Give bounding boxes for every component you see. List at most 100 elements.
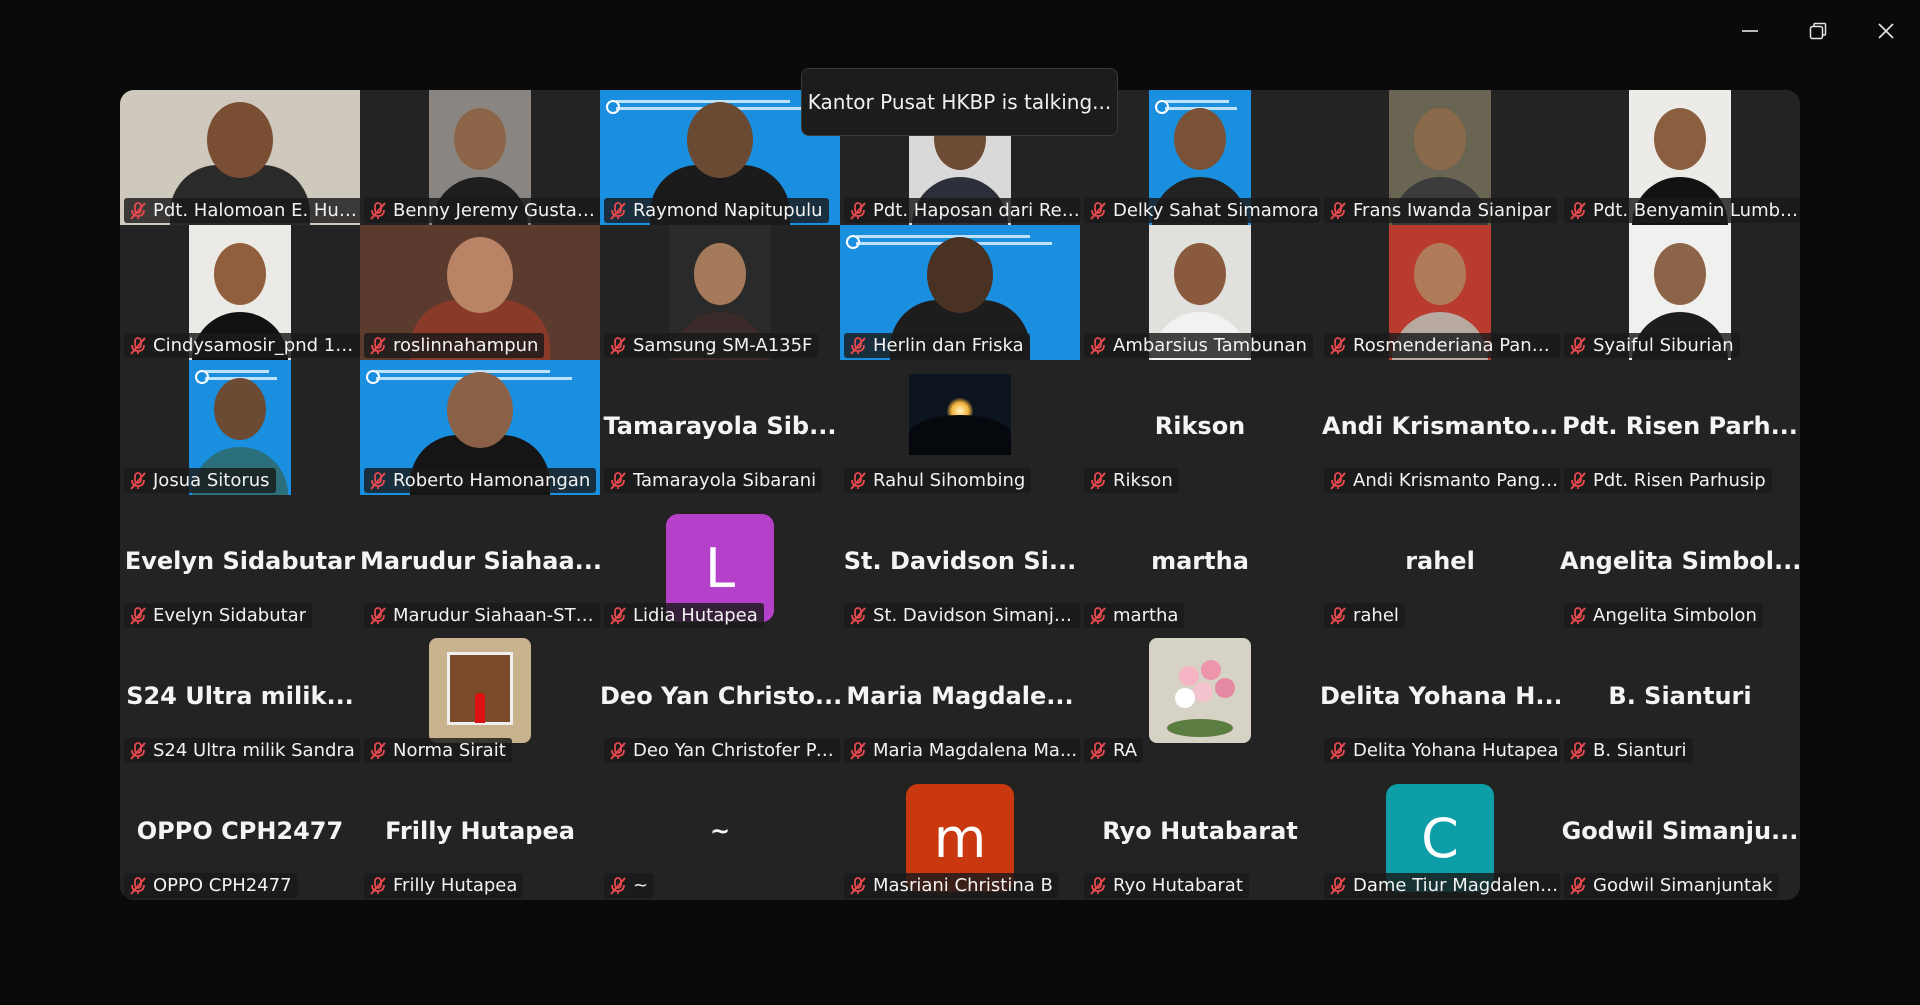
participant-name-tag: Ryo Hutabarat [1084, 873, 1249, 898]
participant-name: OPPO CPH2477 [153, 875, 292, 896]
mic-muted-icon [1088, 876, 1108, 896]
participant-tile[interactable]: Herlin dan Friska [840, 225, 1080, 360]
participant-name: Evelyn Sidabutar [153, 605, 307, 626]
participant-display-name: Rikson [1154, 412, 1246, 440]
mic-muted-icon [608, 876, 628, 896]
participant-name: Frans Iwanda Sianipar [1353, 200, 1552, 221]
participant-name-tag: Pdt. Risen Parhusip [1564, 468, 1772, 493]
mic-muted-icon [608, 741, 628, 761]
participant-name: Ryo Hutabarat [1113, 875, 1243, 896]
mic-muted-icon [848, 336, 868, 356]
participant-tile[interactable]: Cindysamosir_pnd 17 I... [120, 225, 360, 360]
participant-name-tag: Frilly Hutapea [364, 873, 524, 898]
participant-tile[interactable]: Syaiful Siburian [1560, 225, 1800, 360]
participant-name-tag: Godwil Simanjuntak [1564, 873, 1779, 898]
participant-name: ~ [633, 875, 649, 896]
participant-display-name: Delita Yohana H... [1320, 682, 1560, 710]
participant-tile[interactable]: Rikson Rikson [1080, 360, 1320, 495]
participant-tile[interactable]: RA [1080, 630, 1320, 765]
restore-button[interactable] [1784, 0, 1852, 62]
participant-name: Rosmenderiana Pangg... [1353, 335, 1560, 356]
participant-name-tag: Ambarsius Tambunan [1084, 333, 1313, 358]
participant-name-tag: Josua Sitorus [124, 468, 276, 493]
participant-name: Masriani Christina B [873, 875, 1053, 896]
participant-tile[interactable]: Ryo Hutabarat Ryo Hutabarat [1080, 765, 1320, 900]
participant-tile[interactable]: Frans Iwanda Sianipar [1320, 90, 1560, 225]
participant-tile[interactable]: Deo Yan Christo... Deo Yan Christofer Pa.… [600, 630, 840, 765]
participant-tile[interactable]: OPPO CPH2477 OPPO CPH2477 [120, 765, 360, 900]
participant-tile[interactable]: Pdt. Benyamin Lumba... [1560, 90, 1800, 225]
minimize-button[interactable] [1716, 0, 1784, 62]
participant-tile[interactable]: Rahul Sihombing [840, 360, 1080, 495]
participant-tile[interactable]: B. Sianturi B. Sianturi [1560, 630, 1800, 765]
participant-tile[interactable]: Benny Jeremy Gustaf S... [360, 90, 600, 225]
participant-tile[interactable]: Norma Sirait [360, 630, 600, 765]
participant-display-name: Ryo Hutabarat [1102, 817, 1298, 845]
participant-display-name: Godwil Simanju... [1561, 817, 1799, 845]
participant-name: Raymond Napitupulu [633, 200, 823, 221]
mic-muted-icon [1328, 876, 1348, 896]
restore-icon [1809, 22, 1827, 40]
participant-face [1414, 243, 1466, 305]
participant-tile[interactable]: roslinnahampun [360, 225, 600, 360]
participant-tile[interactable]: Roberto Hamonangan [360, 360, 600, 495]
participant-display-name: St. Davidson Si... [843, 547, 1077, 575]
participant-name-tag: Raymond Napitupulu [604, 198, 829, 223]
participant-display-name: Angelita Simbol... [1560, 547, 1800, 575]
participant-tile[interactable]: ~ ~ [600, 765, 840, 900]
participant-name-tag: Andi Krismanto Pangg... [1324, 468, 1560, 493]
participant-tile[interactable]: martha martha [1080, 495, 1320, 630]
mic-muted-icon [608, 201, 628, 221]
participant-name: St. Davidson Simanjun... [873, 605, 1080, 626]
minimize-icon [1742, 30, 1758, 32]
participant-tile[interactable]: Ambarsius Tambunan [1080, 225, 1320, 360]
participant-face [1414, 108, 1466, 170]
participant-name-tag: rahel [1324, 603, 1405, 628]
mic-muted-icon [368, 741, 388, 761]
participant-name: Cindysamosir_pnd 17 I... [153, 335, 360, 356]
participant-name: Frilly Hutapea [393, 875, 518, 896]
participant-name-tag: Marudur Siahaan-STB ... [364, 603, 600, 628]
participant-tile[interactable]: Pdt. Risen Parh... Pdt. Risen Parhusip [1560, 360, 1800, 495]
participant-name-tag: St. Davidson Simanjun... [844, 603, 1080, 628]
participant-tile[interactable]: Josua Sitorus [120, 360, 360, 495]
participant-name: Delita Yohana Hutapea [1353, 740, 1559, 761]
participant-tile[interactable]: Frilly Hutapea Frilly Hutapea [360, 765, 600, 900]
participant-name: Pdt. Halomoan E. Huta... [153, 200, 360, 221]
participant-name-tag: Dame Tiur Magdalena... [1324, 873, 1560, 898]
participant-tile[interactable]: Andi Krismanto... Andi Krismanto Pangg... [1320, 360, 1560, 495]
participant-tile[interactable]: Marudur Siahaa... Marudur Siahaan-STB ... [360, 495, 600, 630]
participant-tile[interactable]: Rosmenderiana Pangg... [1320, 225, 1560, 360]
participant-tile[interactable]: L Lidia Hutapea [600, 495, 840, 630]
participant-name-tag: OPPO CPH2477 [124, 873, 298, 898]
participant-tile[interactable]: St. Davidson Si... St. Davidson Simanjun.… [840, 495, 1080, 630]
participant-tile[interactable]: Angelita Simbol... Angelita Simbolon [1560, 495, 1800, 630]
participant-tile[interactable]: Maria Magdale... Maria Magdalena Ma... [840, 630, 1080, 765]
participant-tile[interactable]: Evelyn Sidabutar Evelyn Sidabutar [120, 495, 360, 630]
participant-name-tag: Syaiful Siburian [1564, 333, 1740, 358]
participant-name: Lidia Hutapea [633, 605, 758, 626]
participant-tile[interactable]: C Dame Tiur Magdalena... [1320, 765, 1560, 900]
mic-muted-icon [1328, 606, 1348, 626]
mic-muted-icon [368, 201, 388, 221]
participant-display-name: Maria Magdale... [846, 682, 1074, 710]
participant-tile[interactable]: Godwil Simanju... Godwil Simanjuntak [1560, 765, 1800, 900]
participant-name: rahel [1353, 605, 1399, 626]
participant-tile[interactable]: Delita Yohana H... Delita Yohana Hutapea [1320, 630, 1560, 765]
participant-tile[interactable]: Pdt. Halomoan E. Huta... [120, 90, 360, 225]
mic-muted-icon [1088, 336, 1108, 356]
participant-tile[interactable]: Samsung SM-A135F [600, 225, 840, 360]
participant-name-tag: Frans Iwanda Sianipar [1324, 198, 1558, 223]
participant-name-tag: Herlin dan Friska [844, 333, 1030, 358]
participant-face [687, 102, 753, 178]
participant-display-name: Marudur Siahaa... [360, 547, 600, 575]
participant-tile[interactable]: Tamarayola Sib... Tamarayola Sibarani [600, 360, 840, 495]
participant-tile[interactable]: rahel rahel [1320, 495, 1560, 630]
participant-tile[interactable]: S24 Ultra milik... S24 Ultra milik Sandra [120, 630, 360, 765]
participant-name: roslinnahampun [393, 335, 539, 356]
mic-muted-icon [608, 336, 628, 356]
close-button[interactable] [1852, 0, 1920, 62]
participant-display-name: B. Sianturi [1608, 682, 1752, 710]
participant-name-tag: Delita Yohana Hutapea [1324, 738, 1560, 763]
participant-tile[interactable]: m Masriani Christina B [840, 765, 1080, 900]
